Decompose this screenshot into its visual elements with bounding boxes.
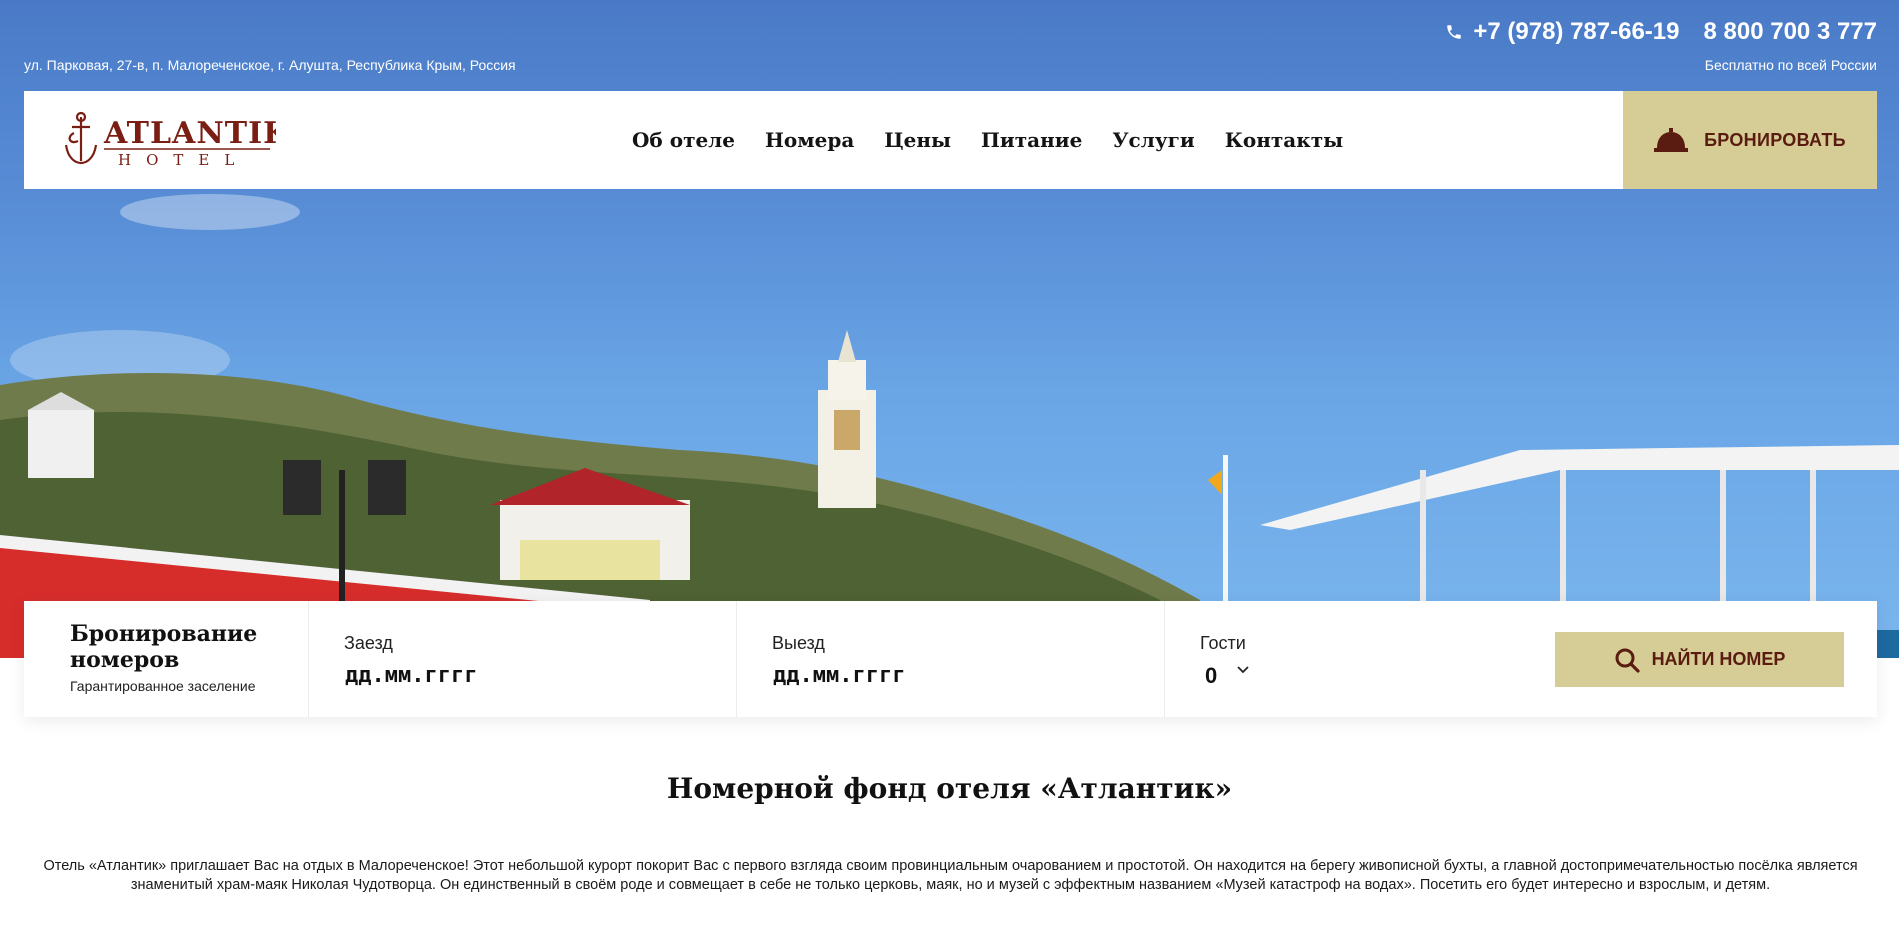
checkin-input[interactable] [345,663,605,688]
checkout-input[interactable] [773,663,1033,688]
logo-sub: HOTEL [118,151,249,169]
booking-title: Бронирование номеров [70,621,258,673]
checkout-label: Выезд [772,633,825,653]
booking-panel: Бронирование номеров Гарантированное зас… [24,601,1877,717]
menu-item-about[interactable]: Об отеле [632,128,735,152]
phone-main-link[interactable]: +7 (978) 787-66-19 [1445,18,1680,46]
hotel-address: ул. Парковая, 27-в, п. Малореченское, г.… [24,57,516,73]
book-button[interactable]: БРОНИРОВАТЬ [1623,91,1877,189]
phone-free-link[interactable]: 8 800 700 3 777 [1704,18,1878,46]
bell-icon [1654,128,1689,152]
chevron-down-icon[interactable] [1236,663,1250,677]
hotel-logo[interactable]: ATLANTIK HOTEL [60,111,289,169]
find-room-label: НАЙТИ НОМЕР [1651,649,1786,669]
intro-paragraph: Отель «Атлантик» приглашает Вас на отдых… [43,858,1858,893]
menu-item-services[interactable]: Услуги [1112,128,1194,152]
guests-select[interactable]: 0 [1205,663,1217,689]
checkin-label: Заезд [344,633,393,653]
free-call-note: Бесплатно по всей России [1704,57,1877,73]
menu-item-rooms[interactable]: Номера [765,128,854,152]
menu-item-food[interactable]: Питание [981,128,1082,152]
phone-main-text: +7 (978) 787-66-19 [1473,18,1680,45]
section-title: Номерной фонд отеля «Атлантик» [666,772,1233,805]
divider [308,601,309,717]
divider [1164,601,1165,717]
menu-item-contacts[interactable]: Контакты [1225,128,1343,152]
phone-block: +7 (978) 787-66-19 8 800 700 3 777 [1445,18,1877,46]
menu-item-prices[interactable]: Цены [884,128,951,152]
main-navbar: ATLANTIK HOTEL Об отеле Номера Цены Пита… [24,91,1877,189]
guests-label: Гости [1200,633,1246,653]
logo-word: ATLANTIK [103,116,276,151]
anchor-icon: ATLANTIK HOTEL [64,111,289,169]
phone-icon [1447,25,1462,39]
book-button-label: БРОНИРОВАТЬ [1704,129,1846,150]
main-menu: Об отеле Номера Цены Питание Услуги Конт… [632,91,1343,189]
search-icon [1615,648,1640,673]
booking-subtitle: Гарантированное заселение [70,678,256,694]
hero-banner: ул. Парковая, 27-в, п. Малореченское, г.… [0,0,1899,658]
find-room-button[interactable]: НАЙТИ НОМЕР [1555,632,1844,687]
divider [736,601,737,717]
